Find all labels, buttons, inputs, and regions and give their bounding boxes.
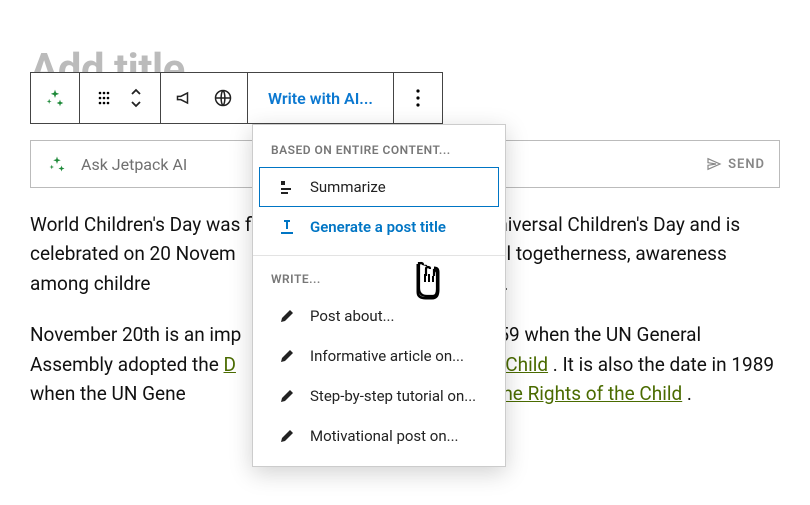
- write-with-ai-button[interactable]: Write with AI...: [248, 73, 394, 123]
- cursor-pointer-icon: [406, 258, 450, 306]
- pencil-icon: [278, 427, 296, 445]
- divider: [253, 255, 505, 256]
- menu-item-generate-title[interactable]: Generate a post title: [259, 207, 499, 247]
- sparkle-icon: [45, 152, 69, 176]
- link-declaration[interactable]: D: [223, 353, 235, 376]
- menu-item-step-by-step[interactable]: Step-by-step tutorial on...: [259, 376, 499, 416]
- text-run: November 20th is an imp: [30, 323, 241, 346]
- menu-item-summarize[interactable]: Summarize: [259, 167, 499, 207]
- send-button[interactable]: SEND: [706, 156, 765, 172]
- menu-item-label: Step-by-step tutorial on...: [310, 387, 476, 405]
- ai-dropdown-menu: BASED ON ENTIRE CONTENT... Summarize Gen…: [252, 124, 506, 467]
- pencil-icon: [278, 387, 296, 405]
- drag-handle-icon[interactable]: [92, 86, 116, 110]
- send-label: SEND: [728, 157, 765, 172]
- menu-item-post-about[interactable]: Post about...: [259, 296, 499, 336]
- summarize-icon: [278, 178, 296, 196]
- sparkle-icon: [43, 86, 67, 110]
- menu-item-informative[interactable]: Informative article on...: [259, 336, 499, 376]
- block-toolbar: Write with AI...: [30, 72, 443, 124]
- move-up-down-icon[interactable]: [124, 86, 148, 110]
- menu-item-label: Generate a post title: [310, 218, 446, 236]
- menu-item-label: Informative article on...: [310, 347, 464, 365]
- text-run: .: [687, 382, 692, 405]
- globe-icon[interactable]: [211, 86, 235, 110]
- send-icon: [706, 156, 722, 172]
- menu-item-label: Summarize: [310, 178, 386, 196]
- menu-item-label: Motivational post on...: [310, 427, 459, 445]
- menu-item-label: Post about...: [310, 307, 394, 325]
- megaphone-icon[interactable]: [173, 86, 197, 110]
- pencil-icon: [278, 347, 296, 365]
- pencil-icon: [278, 307, 296, 325]
- more-options-button[interactable]: [394, 73, 442, 123]
- dropdown-section-label: BASED ON ENTIRE CONTENT...: [253, 135, 505, 167]
- menu-item-motivational[interactable]: Motivational post on...: [259, 416, 499, 456]
- ai-sparkle-button[interactable]: [31, 73, 80, 123]
- toolbar-block-controls: [80, 73, 161, 123]
- title-icon: [278, 218, 296, 236]
- kebab-icon: [406, 86, 430, 110]
- dropdown-section-label: WRITE...: [253, 264, 505, 296]
- toolbar-extra-controls: [161, 73, 248, 123]
